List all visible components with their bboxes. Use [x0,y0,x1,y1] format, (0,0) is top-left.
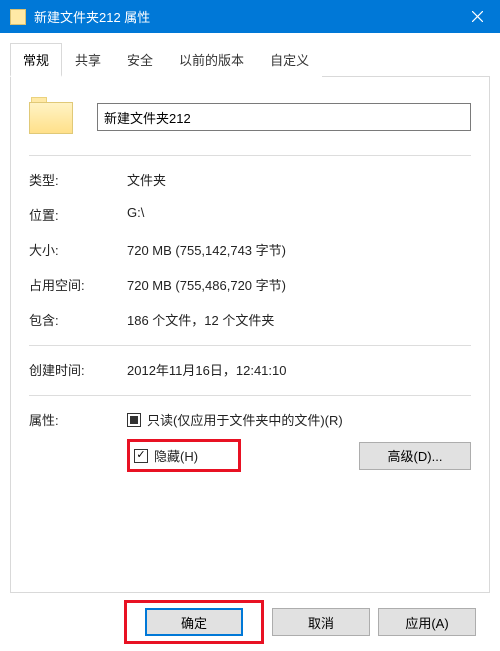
created-row: 创建时间: 2012年11月16日，12:41:10 [29,360,471,379]
ok-button[interactable]: 确定 [145,608,243,636]
contains-value: 186 个文件，12 个文件夹 [127,310,471,329]
dialog-body: 常规 共享 安全 以前的版本 自定义 类型: 文件夹 位置: G:\ 大小: 7… [0,33,500,651]
separator [29,395,471,396]
created-value: 2012年11月16日，12:41:10 [127,360,471,379]
window-title: 新建文件夹212 属性 [34,7,454,26]
created-label: 创建时间: [29,360,127,379]
hidden-advanced-row: 隐藏(H) 高级(D)... [127,439,471,472]
type-row: 类型: 文件夹 [29,170,471,189]
attributes-section: 属性: 只读(仅应用于文件夹中的文件)(R) 隐藏(H) 高级(D)... [29,410,471,472]
cancel-button[interactable]: 取消 [272,608,370,636]
tab-customize[interactable]: 自定义 [257,43,322,77]
close-icon [472,11,483,22]
readonly-checkbox[interactable] [127,413,141,427]
tab-previous-versions[interactable]: 以前的版本 [166,43,257,77]
hidden-label: 隐藏(H) [154,446,198,465]
attributes-label: 属性: [29,410,127,472]
button-bar: 确定 取消 应用(A) [10,593,490,651]
size-on-disk-value: 720 MB (755,486,720 字节) [127,275,471,294]
folder-icon [10,9,26,25]
separator [29,345,471,346]
location-value: G:\ [127,205,471,224]
header-row [29,97,471,137]
hidden-checkbox[interactable] [134,449,148,463]
tab-content: 类型: 文件夹 位置: G:\ 大小: 720 MB (755,142,743 … [10,77,490,593]
readonly-row: 只读(仅应用于文件夹中的文件)(R) [127,410,471,429]
contains-row: 包含: 186 个文件，12 个文件夹 [29,310,471,329]
title-bar: 新建文件夹212 属性 [0,0,500,33]
ok-highlight: 确定 [124,600,264,644]
hidden-highlight: 隐藏(H) [127,439,241,472]
size-on-disk-label: 占用空间: [29,275,127,294]
tab-sharing[interactable]: 共享 [62,43,114,77]
separator [29,155,471,156]
type-value: 文件夹 [127,170,471,189]
folder-name-input[interactable] [97,103,471,131]
location-row: 位置: G:\ [29,205,471,224]
tab-strip: 常规 共享 安全 以前的版本 自定义 [10,43,490,77]
folder-large-icon [29,97,73,137]
apply-button[interactable]: 应用(A) [378,608,476,636]
tab-security[interactable]: 安全 [114,43,166,77]
close-button[interactable] [454,0,500,33]
size-value: 720 MB (755,142,743 字节) [127,240,471,259]
size-on-disk-row: 占用空间: 720 MB (755,486,720 字节) [29,275,471,294]
advanced-button[interactable]: 高级(D)... [359,442,471,470]
type-label: 类型: [29,170,127,189]
size-label: 大小: [29,240,127,259]
tab-general[interactable]: 常规 [10,43,62,77]
size-row: 大小: 720 MB (755,142,743 字节) [29,240,471,259]
location-label: 位置: [29,205,127,224]
readonly-label: 只读(仅应用于文件夹中的文件)(R) [147,410,343,429]
contains-label: 包含: [29,310,127,329]
